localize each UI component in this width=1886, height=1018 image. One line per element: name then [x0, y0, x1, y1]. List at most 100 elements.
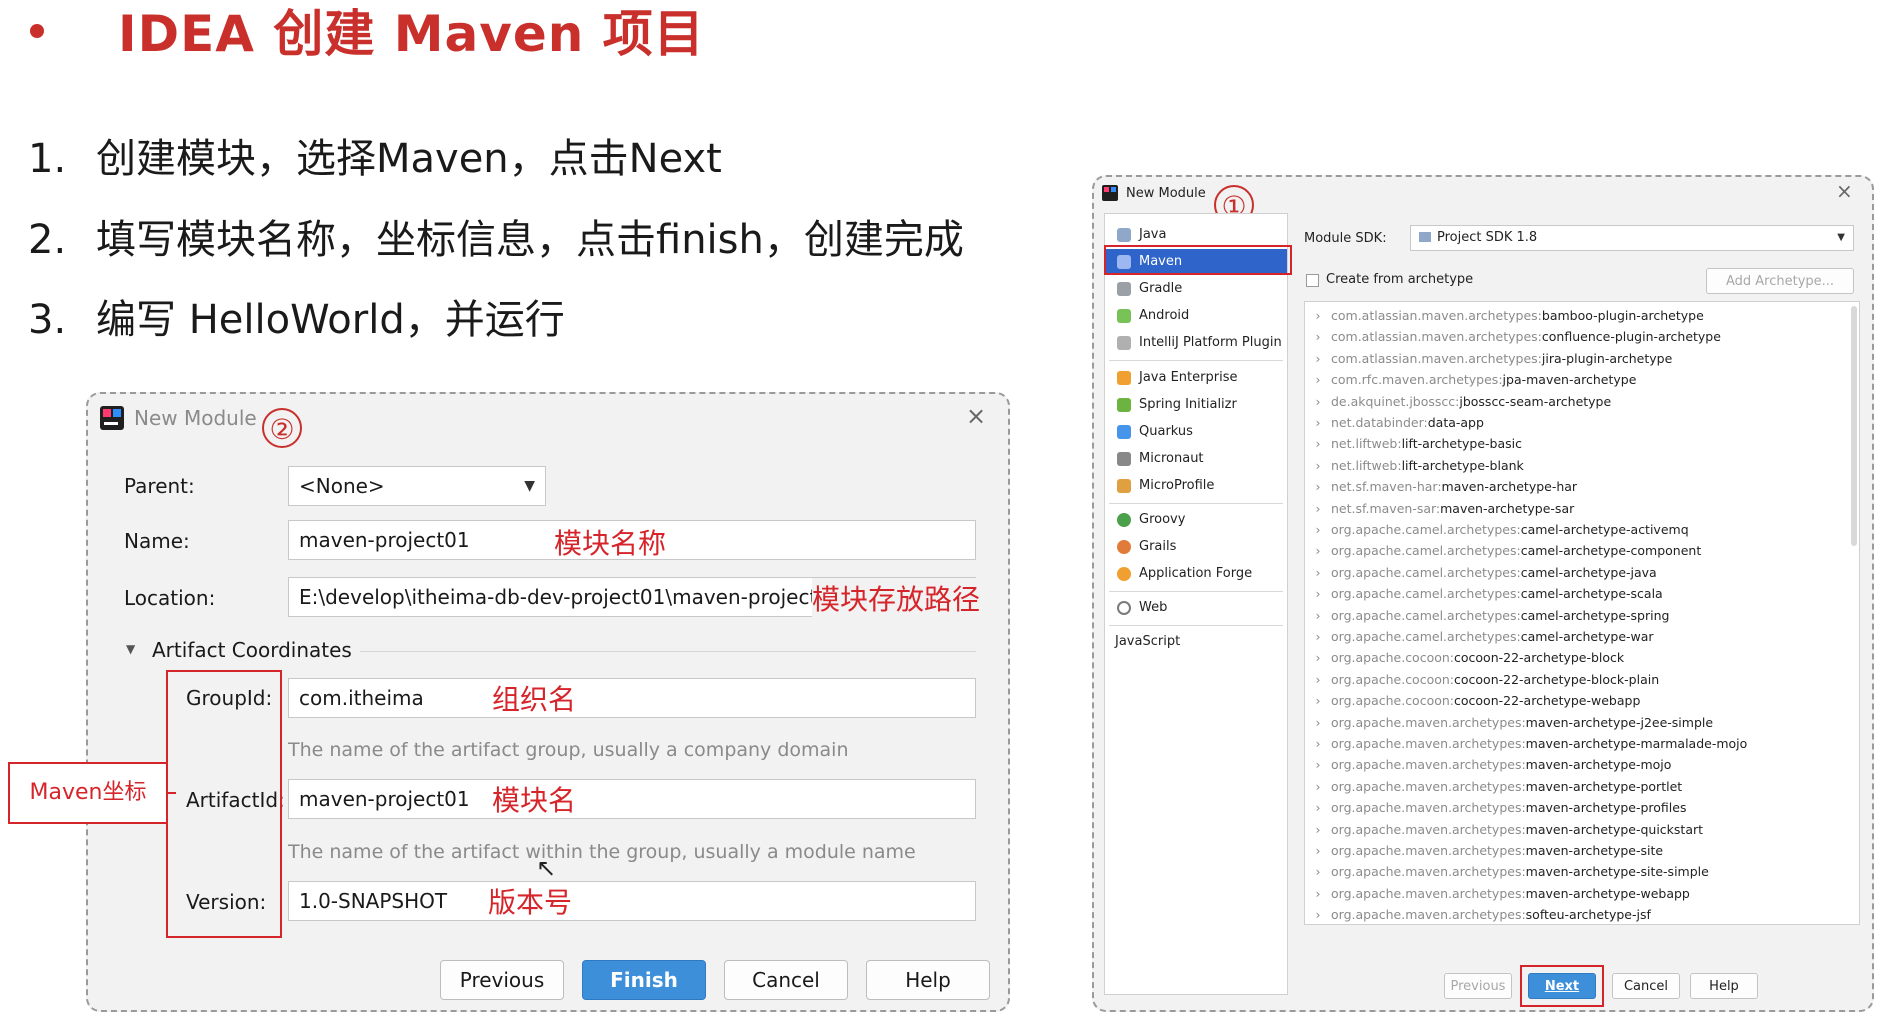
sidebar-item-microprofile[interactable]: MicroProfile: [1105, 473, 1287, 499]
sidebar-item-intellij-plugin[interactable]: IntelliJ Platform Plugin: [1105, 330, 1287, 356]
archetype-list-item[interactable]: › net.databinder:data-app: [1305, 413, 1484, 433]
sidebar-item-label: Gradle: [1139, 281, 1183, 296]
chevron-right-icon[interactable]: ›: [1305, 798, 1331, 818]
archetype-list-item[interactable]: › org.apache.maven.archetypes:maven-arche…: [1305, 884, 1690, 904]
archetype-list-item[interactable]: › org.apache.camel.archetypes:camel-arche…: [1305, 563, 1657, 583]
archetype-artifact: cocoon-22-archetype-block-plain: [1454, 671, 1660, 687]
archetype-list-item[interactable]: › org.apache.maven.archetypes:maven-arche…: [1305, 734, 1748, 754]
parent-select[interactable]: <None> ▼: [288, 466, 546, 506]
previous-button[interactable]: Previous: [1444, 973, 1512, 999]
chevron-right-icon[interactable]: ›: [1305, 820, 1331, 840]
chevron-right-icon[interactable]: ›: [1305, 627, 1331, 647]
create-from-archetype-checkbox[interactable]: [1306, 274, 1319, 287]
chevron-right-icon[interactable]: ›: [1305, 520, 1331, 540]
sidebar-item-spring-initializr[interactable]: Spring Initializr: [1105, 392, 1287, 418]
collapse-triangle-icon[interactable]: ▼: [126, 642, 135, 656]
parent-select-value: <None>: [299, 474, 385, 498]
archetype-list-item[interactable]: › org.apache.maven.archetypes:maven-arche…: [1305, 820, 1704, 840]
archetype-group: org.apache.maven.archetypes:: [1331, 907, 1526, 923]
chevron-right-icon[interactable]: ›: [1305, 456, 1331, 476]
archetype-list-item[interactable]: › com.atlassian.maven.archetypes:confluen…: [1305, 327, 1721, 347]
sidebar-item-groovy[interactable]: Groovy: [1105, 507, 1287, 533]
archetype-list-item[interactable]: › org.apache.maven.archetypes:maven-arche…: [1305, 755, 1672, 775]
archetype-list-item[interactable]: › org.apache.camel.archetypes:camel-arche…: [1305, 541, 1702, 561]
chevron-right-icon[interactable]: ›: [1305, 434, 1331, 454]
sidebar-item-quarkus[interactable]: Quarkus: [1105, 419, 1287, 445]
archetype-list-item[interactable]: › org.apache.maven.archetypes:maven-arche…: [1305, 777, 1683, 797]
module-sdk-value: Project SDK 1.8: [1437, 230, 1538, 245]
chevron-right-icon[interactable]: ›: [1305, 413, 1331, 433]
chevron-right-icon[interactable]: ›: [1305, 648, 1331, 668]
chevron-right-icon[interactable]: ›: [1305, 862, 1331, 882]
chevron-right-icon[interactable]: ›: [1305, 713, 1331, 733]
archetype-list-item[interactable]: › org.apache.maven.archetypes:maven-arche…: [1305, 862, 1709, 882]
chevron-right-icon[interactable]: ›: [1305, 905, 1331, 924]
chevron-right-icon[interactable]: ›: [1305, 392, 1331, 412]
archetype-list-item[interactable]: › de.akquinet.jbosscc:jbosscc-seam-archet…: [1305, 392, 1612, 412]
archetype-list-item[interactable]: › org.apache.maven.archetypes:maven-arche…: [1305, 713, 1714, 733]
sidebar-item-android[interactable]: Android: [1105, 303, 1287, 329]
finish-button[interactable]: Finish: [582, 960, 706, 1000]
archetype-list-item[interactable]: › net.liftweb:lift-archetype-blank: [1305, 456, 1524, 476]
add-archetype-button[interactable]: Add Archetype...: [1706, 268, 1854, 294]
chevron-right-icon[interactable]: ›: [1305, 884, 1331, 904]
sidebar-item-application-forge[interactable]: Application Forge: [1105, 561, 1287, 587]
close-icon[interactable]: ×: [1836, 179, 1853, 203]
cancel-button[interactable]: Cancel: [724, 960, 848, 1000]
archetype-list-item[interactable]: › org.apache.cocoon:cocoon-22-archetype-b…: [1305, 648, 1625, 668]
chevron-right-icon[interactable]: ›: [1305, 584, 1331, 604]
chevron-right-icon[interactable]: ›: [1305, 306, 1331, 326]
sidebar-item-gradle[interactable]: Gradle: [1105, 276, 1287, 302]
chevron-right-icon[interactable]: ›: [1305, 755, 1331, 775]
archetype-list-item[interactable]: › org.apache.maven.archetypes:maven-arche…: [1305, 841, 1664, 861]
close-icon[interactable]: ×: [966, 402, 986, 430]
archetype-list-item[interactable]: › org.apache.camel.archetypes:camel-arche…: [1305, 520, 1689, 540]
chevron-right-icon[interactable]: ›: [1305, 499, 1331, 519]
archetype-list-item[interactable]: › net.sf.maven-har:maven-archetype-har: [1305, 477, 1578, 497]
chevron-right-icon[interactable]: ›: [1305, 734, 1331, 754]
chevron-right-icon[interactable]: ›: [1305, 370, 1331, 390]
chevron-right-icon[interactable]: ›: [1305, 777, 1331, 797]
archetype-list-item[interactable]: › org.apache.cocoon:cocoon-22-archetype-w…: [1305, 691, 1641, 711]
chevron-right-icon[interactable]: ›: [1305, 349, 1331, 369]
chevron-right-icon[interactable]: ›: [1305, 841, 1331, 861]
sidebar-divider: [1109, 503, 1283, 504]
chevron-right-icon[interactable]: ›: [1305, 691, 1331, 711]
archetype-list-item[interactable]: › org.apache.maven.archetypes:maven-arche…: [1305, 798, 1687, 818]
archetype-list-item[interactable]: › org.apache.camel.archetypes:camel-arche…: [1305, 606, 1670, 626]
archetype-list-item[interactable]: › org.apache.cocoon:cocoon-22-archetype-b…: [1305, 670, 1660, 690]
artifactid-input[interactable]: maven-project01: [288, 779, 976, 819]
sidebar-item-java-enterprise[interactable]: Java Enterprise: [1105, 365, 1287, 391]
cancel-button[interactable]: Cancel: [1612, 973, 1680, 999]
chevron-right-icon[interactable]: ›: [1305, 563, 1331, 583]
chevron-right-icon[interactable]: ›: [1305, 541, 1331, 561]
archetype-list-item[interactable]: › org.apache.camel.archetypes:camel-arche…: [1305, 627, 1654, 647]
previous-button[interactable]: Previous: [440, 960, 564, 1000]
list-scrollbar[interactable]: [1851, 306, 1857, 546]
sidebar-item-javascript[interactable]: JavaScript: [1105, 629, 1287, 655]
module-sdk-select[interactable]: Project SDK 1.8 ▼: [1410, 225, 1854, 251]
help-button[interactable]: Help: [866, 960, 990, 1000]
archetype-list-item[interactable]: › com.atlassian.maven.archetypes:bamboo-p…: [1305, 306, 1704, 326]
sidebar-item-grails[interactable]: Grails: [1105, 534, 1287, 560]
chevron-right-icon[interactable]: ›: [1305, 606, 1331, 626]
help-button[interactable]: Help: [1690, 973, 1758, 999]
archetype-list-item[interactable]: › org.apache.maven.archetypes:softeu-arch…: [1305, 905, 1651, 924]
archetype-list-item[interactable]: › net.liftweb:lift-archetype-basic: [1305, 434, 1523, 454]
sidebar-item-web[interactable]: Web: [1105, 595, 1287, 621]
sidebar-item-micronaut[interactable]: Micronaut: [1105, 446, 1287, 472]
chevron-right-icon[interactable]: ›: [1305, 477, 1331, 497]
groupid-input[interactable]: com.itheima: [288, 678, 976, 718]
chevron-right-icon[interactable]: ›: [1305, 670, 1331, 690]
archetype-list-item[interactable]: › org.apache.camel.archetypes:camel-arche…: [1305, 584, 1663, 604]
chevron-right-icon[interactable]: ›: [1305, 327, 1331, 347]
java-icon: [1117, 228, 1131, 242]
archetype-list-item[interactable]: › com.atlassian.maven.archetypes:jira-plu…: [1305, 349, 1673, 369]
spring-icon: [1117, 398, 1131, 412]
archetype-group: org.apache.camel.archetypes:: [1331, 522, 1521, 537]
archetype-artifact: maven-archetype-site-simple: [1525, 864, 1709, 880]
version-input[interactable]: 1.0-SNAPSHOT: [288, 881, 976, 921]
archetype-list-item[interactable]: › net.sf.maven-sar:maven-archetype-sar: [1305, 499, 1575, 519]
new-module-dialog-step2: New Module ② × Parent: <None> ▼ Name: ma…: [86, 392, 1010, 1012]
archetype-list-item[interactable]: › com.rfc.maven.archetypes:jpa-maven-arch…: [1305, 370, 1637, 390]
